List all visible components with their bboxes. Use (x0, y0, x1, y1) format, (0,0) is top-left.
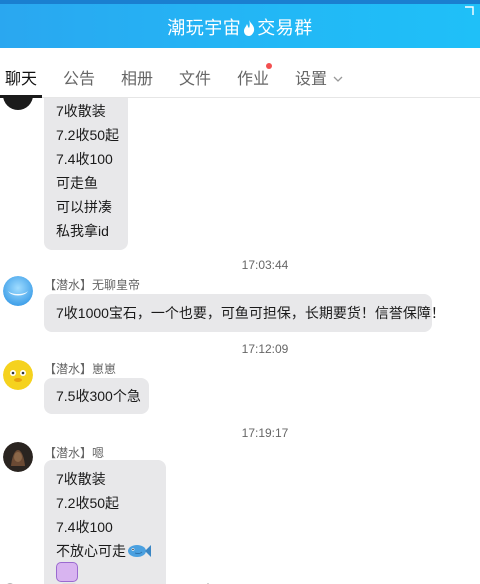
tab-homework[interactable]: 作业 (237, 63, 272, 89)
sender-name[interactable]: 【潜水】嗯 (44, 444, 104, 461)
input-toolbar (0, 576, 480, 584)
avatar[interactable] (3, 442, 33, 472)
avatar-image (3, 360, 33, 390)
message-bubble[interactable]: 7收散装 7.2收50起 7.4收100 可走鱼 可以拼凑 私我拿id (44, 98, 128, 250)
message-line: 7.5收300个急 (56, 388, 141, 404)
message-line: 不放心可走 (56, 539, 154, 563)
message-line: 7收1000宝石，一个也要，可鱼可担保，长期要货！信誉保障！ (56, 305, 445, 321)
avatar[interactable] (3, 276, 33, 306)
avatar[interactable] (3, 360, 33, 390)
message-timestamp: 17:12:09 (241, 342, 289, 356)
tab-album-label: 相册 (121, 71, 154, 88)
window-corner-icon[interactable] (464, 6, 474, 16)
tab-announcement[interactable]: 公告 (63, 65, 95, 89)
message-line: 7.4收100 (56, 151, 113, 167)
message-bubble[interactable]: 7.5收300个急 (44, 378, 149, 414)
message-line: 7.2收50起 (56, 495, 120, 511)
message-timestamp: 17:03:44 (241, 258, 289, 272)
red-dot-badge (266, 63, 272, 69)
window-title-bar: 潮玩宇宙 交易群 (0, 0, 480, 48)
message-line: 7.4收100 (56, 519, 113, 535)
tab-files[interactable]: 文件 (179, 65, 211, 89)
message-line: 7收散装 (56, 103, 106, 119)
message-line: 私我拿id (56, 223, 109, 239)
title-part-2: 交易群 (257, 18, 313, 38)
message-bubble[interactable]: 7收1000宝石，一个也要，可鱼可担保，长期要货！信誉保障！ (44, 294, 445, 332)
tab-settings-label: 设置 (295, 71, 328, 88)
chat-message-list[interactable]: 7收散装 7.2收50起 7.4收100 可走鱼 可以拼凑 私我拿id 17:0… (0, 98, 480, 584)
tab-announcement-label: 公告 (63, 71, 96, 88)
message-line: 7收散装 (56, 471, 106, 487)
message-bubble[interactable]: 7收散装 7.2收50起 7.4收100 不放心可走 (44, 460, 166, 584)
chevron-down-icon (333, 76, 343, 82)
sender-name[interactable]: 【潜水】无聊皇帝 (44, 276, 140, 293)
message-line: 可以拼凑 (56, 199, 112, 215)
window-title: 潮玩宇宙 交易群 (0, 14, 480, 40)
message-line-text: 不放心可走 (56, 543, 126, 559)
sender-name[interactable]: 【潜水】崽崽 (44, 360, 116, 377)
avatar[interactable] (3, 98, 33, 110)
tab-homework-label: 作业 (237, 71, 270, 88)
message-line: 7.2收50起 (56, 127, 120, 143)
avatar-image (3, 276, 33, 306)
title-part-1: 潮玩宇宙 (167, 18, 242, 38)
tab-bar: 聊天 公告 相册 文件 作业 设置 (0, 48, 480, 98)
tab-files-label: 文件 (179, 71, 212, 88)
tab-chat[interactable]: 聊天 (5, 65, 37, 89)
message-line: 可走鱼 (56, 175, 98, 191)
fish-emoji (128, 545, 151, 557)
tab-settings[interactable]: 设置 (295, 65, 343, 89)
flame-icon (244, 20, 255, 36)
tab-chat-label: 聊天 (5, 71, 38, 88)
tab-album[interactable]: 相册 (121, 65, 153, 89)
avatar-image (3, 442, 33, 472)
message-timestamp: 17:19:17 (241, 426, 289, 440)
